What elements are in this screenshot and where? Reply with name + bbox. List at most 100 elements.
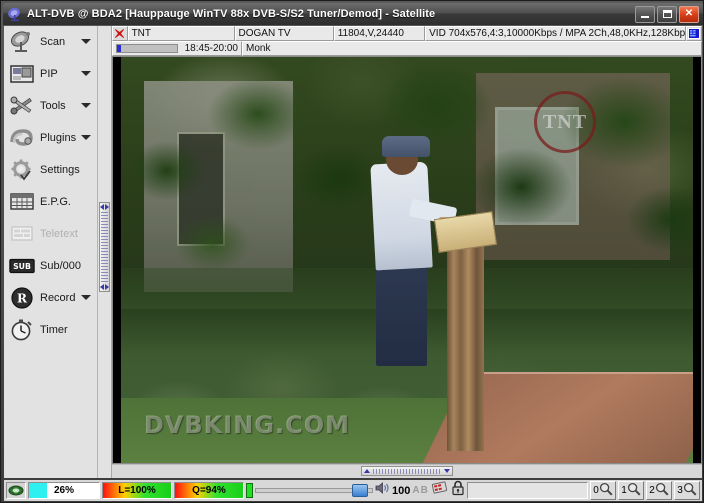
audio-track-ab-label[interactable]: AB: [412, 485, 428, 496]
volume-control[interactable]: [255, 484, 373, 497]
splitter-grip-vertical[interactable]: [99, 202, 110, 292]
signal-source-button[interactable]: [6, 482, 26, 499]
stream-info[interactable]: VID 704x576,4:3,10000Kbps / MPA 2Ch,48,0…: [425, 26, 687, 41]
channel-info-bar: TNT DOGAN TV 11804,V,24440 VID 704x576,4…: [112, 26, 702, 41]
sidebar-item-pip[interactable]: PIP: [4, 58, 97, 90]
vertical-splitter[interactable]: [98, 26, 112, 478]
subtitle-icon: SUB: [9, 253, 35, 279]
maximize-button[interactable]: [657, 5, 677, 23]
epg-progress-cell[interactable]: 18:45-20:00: [112, 41, 242, 56]
svg-text:R: R: [17, 291, 28, 305]
sidebar-item-label: Scan: [40, 36, 66, 48]
sidebar-item-label: E.P.G.: [40, 196, 71, 208]
chevron-down-icon[interactable]: [81, 103, 91, 108]
blue-screen-icon: [688, 28, 701, 39]
volume-slider-thumb[interactable]: [352, 484, 368, 497]
sidebar-item-tools[interactable]: Tools: [4, 90, 97, 122]
epg-info-bar: 18:45-20:00 Monk: [112, 41, 702, 56]
sidebar-item-label: PIP: [40, 68, 58, 80]
zoom-preset-2-button[interactable]: 2: [646, 481, 672, 500]
status-message-area: [466, 482, 588, 499]
channel-logo: TNT: [533, 91, 596, 154]
chevron-right-icon: [105, 284, 109, 290]
sidebar-item-label: Plugins: [40, 132, 77, 144]
signal-strength-meter: 26%: [28, 482, 100, 499]
sidebar-item-plugins[interactable]: Plugins: [4, 122, 97, 154]
speaker-icon[interactable]: [375, 481, 390, 500]
teletext-icon: [9, 221, 35, 247]
close-button[interactable]: ✕: [679, 5, 699, 23]
satellite-link-icon: [8, 485, 24, 496]
horizontal-splitter[interactable]: [112, 464, 702, 478]
grip-dots: [101, 212, 108, 282]
sidebar-item-subtitle[interactable]: SUB Sub/000: [4, 250, 97, 282]
sidebar-item-label: Teletext: [40, 228, 78, 240]
sidebar-item-label: Record: [40, 292, 76, 304]
record-icon: R: [9, 285, 35, 311]
signal-quality-meter: Q=94%: [174, 482, 244, 499]
chevron-down-icon: [444, 469, 450, 473]
sidebar-item-timer[interactable]: Timer: [4, 314, 97, 346]
tools-icon: [9, 93, 35, 119]
sidebar-item-record[interactable]: R Record: [4, 282, 97, 314]
picture-in-picture-icon: [9, 61, 35, 87]
minimize-button[interactable]: [635, 5, 655, 23]
provider-name[interactable]: DOGAN TV: [234, 26, 334, 41]
zoom-preset-0-button[interactable]: 0: [590, 481, 616, 500]
transponder-info[interactable]: 11804,V,24440: [333, 26, 426, 41]
lock-icon[interactable]: [451, 480, 465, 501]
video-area[interactable]: TNT DVBKING.COM: [112, 56, 702, 464]
satellite-dish-icon: [7, 6, 23, 22]
record-stop-icon[interactable]: [431, 480, 449, 501]
chevron-down-icon[interactable]: [81, 135, 91, 140]
video-person-cap: [381, 136, 430, 158]
window-body: Scan PIP Tools Plugins Settings E.P.G. T…: [4, 26, 702, 478]
signal-level-label: L=100%: [118, 485, 156, 496]
splitter-grip-horizontal[interactable]: [361, 466, 453, 476]
grip-dots: [373, 468, 441, 474]
title-bar[interactable]: ALT-DVB @ BDA2 [Hauppauge WinTV 88x DVB-…: [3, 3, 703, 25]
epg-progress-fill: [117, 45, 121, 52]
video-person-legs: [375, 260, 427, 366]
status-bar: 26% L=100% Q=94% 100 AB 0 1 2 3: [4, 480, 702, 501]
magnifier-icon: [627, 482, 641, 499]
sidebar-item-settings[interactable]: Settings: [4, 154, 97, 186]
sidebar-item-label: Sub/000: [40, 260, 81, 272]
volume-slider-track[interactable]: [255, 484, 373, 497]
channel-name[interactable]: TNT: [127, 26, 235, 41]
grip-arrows-top: [100, 204, 109, 210]
plugin-icon: [9, 125, 35, 151]
epg-time-range: 18:45-20:00: [184, 43, 238, 54]
epg-program-title[interactable]: Monk: [242, 41, 702, 56]
video-surface[interactable]: TNT DVBKING.COM: [121, 57, 693, 463]
magnifier-icon: [655, 482, 669, 499]
sidebar-item-label: Timer: [40, 324, 68, 336]
grid-guide-icon: [9, 189, 35, 215]
gear-icon: [9, 157, 35, 183]
display-mode-button[interactable]: [686, 26, 702, 41]
chevron-down-icon[interactable]: [81, 39, 91, 44]
timer-clock-icon: [9, 317, 35, 343]
signal-level-meter: L=100%: [102, 482, 172, 499]
chevron-down-icon[interactable]: [81, 295, 91, 300]
zoom-preset-1-button[interactable]: 1: [618, 481, 644, 500]
sidebar-item-label: Tools: [40, 100, 66, 112]
video-mailbox-post: [447, 227, 484, 451]
grip-arrows-bottom: [100, 284, 109, 290]
sidebar-item-teletext: Teletext: [4, 218, 97, 250]
satellite-dish-icon: [9, 29, 35, 55]
window-title: ALT-DVB @ BDA2 [Hauppauge WinTV 88x DVB-…: [27, 8, 436, 20]
sidebar-item-epg[interactable]: E.P.G.: [4, 186, 97, 218]
sidebar-item-label: Settings: [40, 164, 80, 176]
magnifier-icon: [599, 482, 613, 499]
sidebar: Scan PIP Tools Plugins Settings E.P.G. T…: [4, 26, 98, 478]
volume-value: 100: [392, 484, 411, 497]
chevron-left-icon: [100, 204, 104, 210]
scrambled-status-icon-cell[interactable]: [112, 26, 128, 41]
audio-level-led: [246, 483, 253, 498]
svg-text:SUB: SUB: [13, 262, 31, 271]
epg-progress-bar: [116, 44, 178, 53]
zoom-preset-3-button[interactable]: 3: [674, 481, 700, 500]
sidebar-item-scan[interactable]: Scan: [4, 26, 97, 58]
chevron-down-icon[interactable]: [81, 71, 91, 76]
